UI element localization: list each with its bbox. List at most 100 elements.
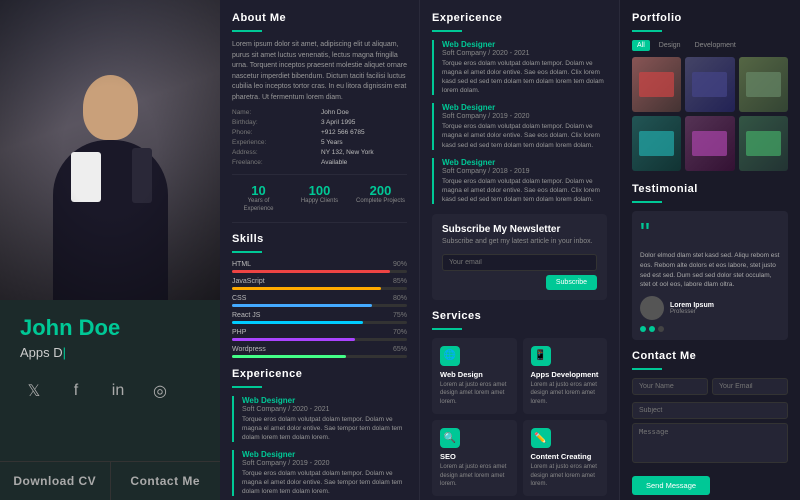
portfolio-lg-6[interactable] xyxy=(739,116,788,171)
download-cv-button[interactable]: Download CV xyxy=(0,462,111,500)
detail-label-birthday: Birthday: xyxy=(232,119,318,126)
skill-css: CSS80% xyxy=(232,295,407,307)
col2-content-icon: ✏️ xyxy=(531,428,551,448)
exp-item-1: Web Designer Soft Company / 2020 - 2021 … xyxy=(232,396,407,442)
portfolio-lg-5[interactable] xyxy=(685,116,734,171)
newsletter-email-col2[interactable] xyxy=(442,254,597,271)
detail-label-freelance: Freelance: xyxy=(232,159,318,166)
stat-clients-label: Happy Clients xyxy=(293,198,346,206)
column-2: Expericence Web Designer Soft Company / … xyxy=(420,0,620,500)
testimonial-title: Testimonial xyxy=(632,183,788,195)
contact-subject-input[interactable] xyxy=(632,402,788,419)
contact-email-input[interactable] xyxy=(712,378,788,395)
experience-underline-col2 xyxy=(432,30,462,32)
stat-projects: 200 Complete Projects xyxy=(354,183,407,214)
dot-3[interactable] xyxy=(658,326,664,332)
service-col2-content: ✏️ Content Creating Lorem at justo eros … xyxy=(523,420,608,496)
left-panel: John Doe Apps D 𝕏 f in ◎ Download CV Con… xyxy=(0,0,220,500)
contact-message-input[interactable] xyxy=(632,423,788,463)
portfolio-lg-1[interactable] xyxy=(632,57,681,112)
about-section: About Me Lorem ipsum dolor sit amet, adi… xyxy=(232,12,407,223)
person-name: John Doe xyxy=(20,315,200,341)
contact-name-email-row xyxy=(632,378,788,399)
testimonial-text: Dolor elmod dlam stet kasd sed. Aliqu re… xyxy=(640,251,780,290)
services-grid-col2: 🌐 Web Design Lorem at justo eros amet de… xyxy=(432,338,607,496)
profile-photo xyxy=(0,0,220,300)
portfolio-tab-all-col3[interactable]: All xyxy=(632,40,650,51)
col2-webdesign-icon: 🌐 xyxy=(440,346,460,366)
contact-section: Contact Me Send Message xyxy=(632,350,788,495)
testimonial-role: Professer xyxy=(670,309,714,315)
experience-title-col1: Expericence xyxy=(232,368,407,380)
stat-experience: 10 Years of Experience xyxy=(232,183,285,214)
skills-section: Skills HTML90% JavaScript85% CSS80% Reac… xyxy=(232,233,407,358)
linkedin-icon[interactable]: in xyxy=(104,377,132,405)
dot-2[interactable] xyxy=(649,326,655,332)
experience-underline-col1 xyxy=(232,386,262,388)
quote-mark: " xyxy=(640,219,780,247)
photo-overlay xyxy=(0,0,220,300)
service-col2-seo: 🔍 SEO Lorem at justo eros amet design am… xyxy=(432,420,517,496)
detail-label-experience: Experience: xyxy=(232,139,318,146)
contact-title: Contact Me xyxy=(632,350,788,362)
testimonial-section: Testimonial " Dolor elmod dlam stet kasd… xyxy=(632,183,788,340)
experience-section-col2: Expericence Web Designer Soft Company / … xyxy=(432,12,607,204)
portfolio-title-col3: Portfolio xyxy=(632,12,788,24)
newsletter-subtitle-col2: Subscribe and get my latest article in y… xyxy=(442,238,597,245)
newsletter-subscribe-col2[interactable]: Subscribe xyxy=(546,275,597,290)
detail-value-name: John Doe xyxy=(321,109,407,116)
testimonial-avatar xyxy=(640,296,664,320)
about-title: About Me xyxy=(232,12,407,24)
exp-col2-item-1: Web Designer Soft Company / 2020 - 2021 … xyxy=(432,40,607,95)
facebook-icon[interactable]: f xyxy=(62,377,90,405)
portfolio-lg-2[interactable] xyxy=(685,57,734,112)
detail-value-birthday: 3 April 1995 xyxy=(321,119,407,126)
experience-title-col2: Expericence xyxy=(432,12,607,24)
stat-experience-label: Years of Experience xyxy=(232,198,285,214)
contact-form: Send Message xyxy=(632,378,788,495)
portfolio-lg-3[interactable] xyxy=(739,57,788,112)
column-1: About Me Lorem ipsum dolor sit amet, adi… xyxy=(220,0,420,500)
skill-reactjs: React JS75% xyxy=(232,312,407,324)
contact-underline xyxy=(632,368,662,370)
portfolio-section-col3: Portfolio All Design Development xyxy=(632,12,788,171)
about-underline xyxy=(232,30,262,32)
services-underline-col2 xyxy=(432,328,462,330)
stat-experience-num: 10 xyxy=(232,183,285,198)
testimonial-box: " Dolor elmod dlam stet kasd sed. Aliqu … xyxy=(632,211,788,340)
portfolio-grid-col3 xyxy=(632,57,788,171)
dot-1[interactable] xyxy=(640,326,646,332)
testimonial-underline xyxy=(632,201,662,203)
exp-col2-item-3: Web Designer Soft Company / 2018 - 2019 … xyxy=(432,158,607,204)
detail-value-experience: 5 Years xyxy=(321,139,407,146)
twitter-icon[interactable]: 𝕏 xyxy=(20,377,48,405)
instagram-icon[interactable]: ◎ xyxy=(146,377,174,405)
skill-php: PHP70% xyxy=(232,329,407,341)
about-details: Name: John Doe Birthday: 3 April 1995 Ph… xyxy=(232,109,407,166)
col2-apps-icon: 📱 xyxy=(531,346,551,366)
main-content: About Me Lorem ipsum dolor sit amet, adi… xyxy=(220,0,800,500)
skill-wordpress: Wordpress65% xyxy=(232,346,407,358)
detail-value-freelance: Available xyxy=(321,159,407,166)
service-col2-webdesign: 🌐 Web Design Lorem at justo eros amet de… xyxy=(432,338,517,414)
stats-row: 10 Years of Experience 100 Happy Clients… xyxy=(232,174,407,223)
portfolio-tab-dev-col3[interactable]: Development xyxy=(690,40,741,51)
stat-projects-label: Complete Projects xyxy=(354,198,407,206)
portfolio-lg-4[interactable] xyxy=(632,116,681,171)
person-title: Apps D xyxy=(20,345,200,360)
profile-info: John Doe Apps D 𝕏 f in ◎ xyxy=(0,300,220,461)
column-3: Portfolio All Design Development xyxy=(620,0,800,500)
experience-section-col1: Expericence Web Designer Soft Company / … xyxy=(232,368,407,500)
testimonial-author: Lorem Ipsum xyxy=(670,302,714,309)
contact-me-button[interactable]: Contact Me xyxy=(111,462,221,500)
contact-name-input[interactable] xyxy=(632,378,708,395)
stat-clients-num: 100 xyxy=(293,183,346,198)
detail-value-phone: +912 566 6785 xyxy=(321,129,407,136)
portfolio-tab-design-col3[interactable]: Design xyxy=(654,40,686,51)
skills-underline xyxy=(232,251,262,253)
services-section-col2: Services 🌐 Web Design Lorem at justo ero… xyxy=(432,310,607,496)
exp-col2-item-2: Web Designer Soft Company / 2019 - 2020 … xyxy=(432,103,607,149)
skill-html: HTML90% xyxy=(232,261,407,273)
send-message-button[interactable]: Send Message xyxy=(632,476,710,495)
detail-label-phone: Phone: xyxy=(232,129,318,136)
